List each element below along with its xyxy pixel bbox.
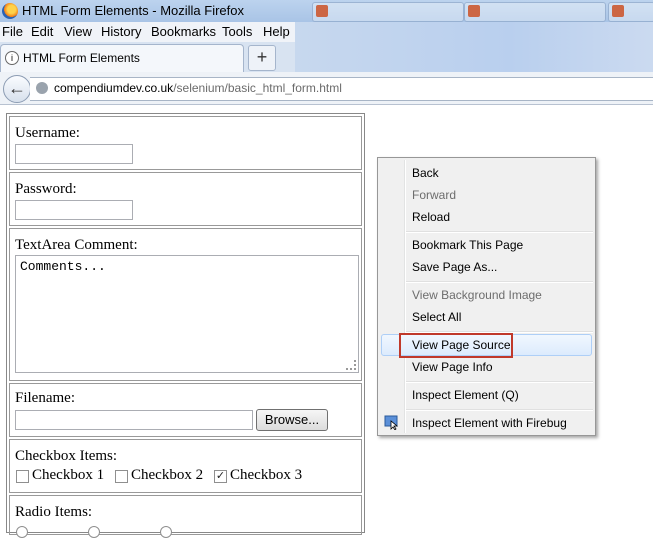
checkbox-2[interactable] bbox=[115, 470, 128, 483]
form-table: Username: Password: TextArea Comment: Co… bbox=[6, 113, 365, 538]
menu-gutter bbox=[404, 160, 406, 433]
address-bar[interactable]: compendiumdev.co.uk/selenium/basic_html_… bbox=[30, 77, 653, 101]
menu-item-inspect-element[interactable]: Inspect Element (Q) bbox=[412, 388, 519, 402]
radio-cell: Radio Items: bbox=[9, 495, 362, 538]
checkbox-items-label: Checkbox Items: bbox=[15, 448, 118, 464]
page-favicon-icon: i bbox=[5, 51, 19, 65]
menu-tools[interactable]: Tools bbox=[222, 24, 252, 39]
background-window-tab bbox=[608, 2, 653, 22]
textarea-text: Comments... bbox=[20, 259, 106, 274]
url-path: /selenium/basic_html_form.html bbox=[173, 81, 342, 95]
filename-cell: Filename: Browse... bbox=[9, 383, 362, 437]
radio-items-label: Radio Items: bbox=[15, 504, 93, 520]
menu-item-save-page-as[interactable]: Save Page As... bbox=[412, 260, 497, 274]
menu-separator bbox=[406, 231, 593, 233]
radio-1[interactable] bbox=[16, 526, 28, 538]
checkbox-3[interactable]: ✓ bbox=[214, 470, 227, 483]
blurred-background bbox=[295, 22, 653, 72]
menu-item-select-all[interactable]: Select All bbox=[412, 310, 461, 324]
browse-button[interactable]: Browse... bbox=[256, 409, 328, 431]
back-button[interactable]: ← bbox=[3, 75, 31, 103]
tab-html-form-elements[interactable]: i HTML Form Elements bbox=[0, 44, 244, 73]
checkbox-1-label: Checkbox 1 bbox=[32, 467, 105, 483]
context-menu: Back Forward Reload Bookmark This Page S… bbox=[377, 157, 596, 436]
textarea-label: TextArea Comment: bbox=[15, 237, 138, 253]
app-icon bbox=[612, 5, 624, 17]
checkmark-icon: ✓ bbox=[215, 470, 226, 482]
url-text: compendiumdev.co.uk/selenium/basic_html_… bbox=[54, 81, 342, 95]
password-cell: Password: bbox=[9, 172, 362, 226]
menu-item-inspect-with-firebug[interactable]: Inspect Element with Firebug bbox=[412, 416, 567, 430]
menu-bookmarks[interactable]: Bookmarks bbox=[151, 24, 216, 39]
checkbox-2-label: Checkbox 2 bbox=[131, 467, 204, 483]
radio-3[interactable] bbox=[160, 526, 172, 538]
menu-help[interactable]: Help bbox=[263, 24, 290, 39]
menu-item-forward: Forward bbox=[412, 188, 457, 202]
filename-label: Filename: bbox=[15, 390, 75, 406]
menu-item-bookmark-page[interactable]: Bookmark This Page bbox=[412, 238, 523, 252]
tab-label: HTML Form Elements bbox=[23, 51, 140, 65]
resize-grip-icon[interactable] bbox=[346, 360, 356, 370]
menu-item-reload[interactable]: Reload bbox=[412, 210, 450, 224]
comments-textarea[interactable]: Comments... bbox=[15, 255, 359, 373]
checkbox-cell: Checkbox Items: Checkbox 1 Checkbox 2 ✓ … bbox=[9, 439, 362, 493]
menu-bar: File Edit View History Bookmarks Tools H… bbox=[0, 22, 295, 43]
password-input[interactable] bbox=[15, 200, 133, 220]
menu-edit[interactable]: Edit bbox=[31, 24, 53, 39]
menu-file[interactable]: File bbox=[2, 24, 23, 39]
menu-separator bbox=[406, 409, 593, 411]
username-input[interactable] bbox=[15, 144, 133, 164]
app-icon bbox=[316, 5, 328, 17]
firebug-icon bbox=[384, 415, 399, 430]
annotation-highlight-box bbox=[399, 333, 513, 358]
url-host: compendiumdev.co.uk bbox=[54, 81, 174, 95]
new-tab-button[interactable]: + bbox=[248, 45, 276, 71]
menu-separator bbox=[406, 281, 593, 283]
back-arrow-icon: ← bbox=[8, 78, 26, 98]
site-identity-icon[interactable] bbox=[36, 82, 48, 94]
background-window-tab bbox=[312, 2, 464, 22]
menu-item-view-background-image: View Background Image bbox=[412, 288, 542, 302]
window-title: HTML Form Elements - Mozilla Firefox bbox=[22, 3, 244, 18]
background-window-tab bbox=[464, 2, 606, 22]
navigation-bar: ← compendiumdev.co.uk/selenium/basic_htm… bbox=[0, 72, 653, 105]
app-icon bbox=[468, 5, 480, 17]
password-label: Password: bbox=[15, 181, 77, 197]
filename-input[interactable] bbox=[15, 410, 253, 430]
window-title-bar: HTML Form Elements - Mozilla Firefox bbox=[0, 0, 653, 22]
checkbox-3-label: Checkbox 3 bbox=[230, 467, 303, 483]
menu-view[interactable]: View bbox=[64, 24, 92, 39]
menu-history[interactable]: History bbox=[101, 24, 141, 39]
textarea-cell: TextArea Comment: Comments... bbox=[9, 228, 362, 381]
username-cell: Username: bbox=[9, 116, 362, 170]
menu-item-view-page-info[interactable]: View Page Info bbox=[412, 360, 493, 374]
radio-2[interactable] bbox=[88, 526, 100, 538]
menu-item-back[interactable]: Back bbox=[412, 166, 439, 180]
username-label: Username: bbox=[15, 125, 80, 141]
firefox-logo-icon bbox=[2, 3, 18, 19]
menu-separator bbox=[406, 381, 593, 383]
checkbox-1[interactable] bbox=[16, 470, 29, 483]
